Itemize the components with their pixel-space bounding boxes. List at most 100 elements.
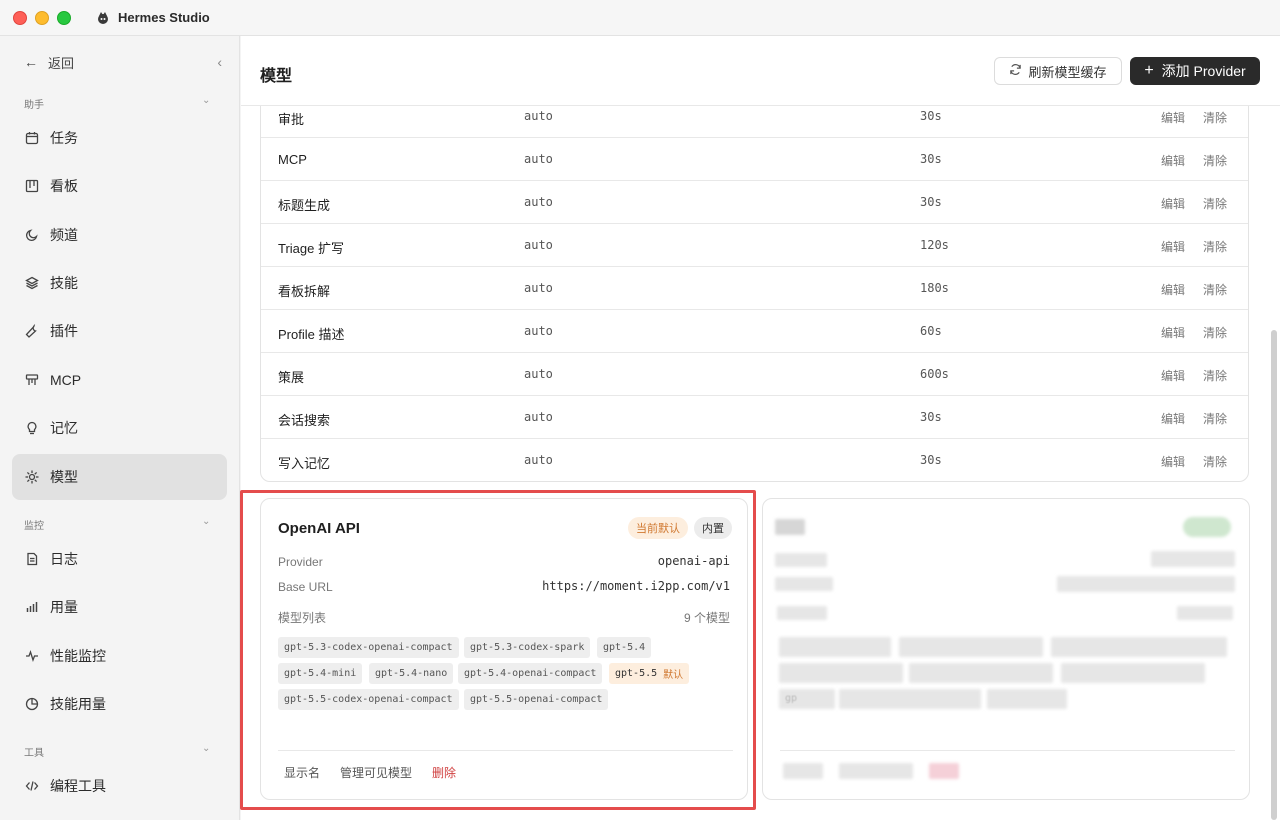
blurred-action bbox=[929, 763, 959, 779]
clear-button[interactable]: 清除 bbox=[1203, 109, 1227, 126]
current-default-badge: 当前默认 bbox=[628, 517, 688, 539]
minimize-window-button[interactable] bbox=[35, 10, 49, 25]
chevron-down-icon[interactable]: ⌄ bbox=[202, 743, 210, 754]
edit-button[interactable]: 编辑 bbox=[1161, 453, 1185, 470]
clear-button[interactable]: 清除 bbox=[1203, 453, 1227, 470]
clear-button[interactable]: 清除 bbox=[1203, 281, 1227, 298]
clear-button[interactable]: 清除 bbox=[1203, 324, 1227, 341]
close-window-button[interactable] bbox=[13, 10, 27, 25]
blurred-count bbox=[1177, 606, 1233, 620]
sidebar-item-channels[interactable]: 频道 bbox=[12, 212, 227, 258]
sidebar-item-plugins[interactable]: 插件 bbox=[12, 308, 227, 354]
clear-button[interactable]: 清除 bbox=[1203, 238, 1227, 255]
sidebar-item-memory[interactable]: 记忆 bbox=[12, 405, 227, 451]
task-name: MCP bbox=[278, 152, 307, 167]
sparkle-icon bbox=[24, 469, 40, 485]
back-button[interactable]: ← 返回 ‹ bbox=[12, 50, 228, 74]
task-model: auto bbox=[524, 195, 553, 209]
refresh-model-cache-button[interactable]: 刷新模型缓存 bbox=[994, 57, 1122, 85]
moon-icon bbox=[24, 227, 40, 243]
sidebar-item-skill-usage[interactable]: 技能用量 bbox=[12, 681, 227, 727]
arrow-left-icon: ← bbox=[24, 54, 38, 70]
edit-button[interactable]: 编辑 bbox=[1161, 152, 1185, 169]
sidebar-item-label: 技能用量 bbox=[50, 696, 106, 712]
blurred-chip bbox=[839, 689, 981, 709]
model-chip: gpt-5.3-codex-spark bbox=[464, 637, 591, 658]
kanban-icon bbox=[24, 178, 40, 194]
table-row: 策展 auto 600s 编辑 清除 bbox=[261, 353, 1248, 396]
edit-button[interactable]: 编辑 bbox=[1161, 324, 1185, 341]
title-bar: Hermes Studio bbox=[0, 0, 1280, 36]
zoom-window-button[interactable] bbox=[57, 10, 71, 25]
task-name: Profile 描述 bbox=[278, 327, 345, 342]
task-name: 会话搜索 bbox=[278, 413, 331, 428]
clear-button[interactable]: 清除 bbox=[1203, 367, 1227, 384]
scrollbar[interactable] bbox=[1268, 106, 1280, 820]
blurred-label bbox=[777, 606, 827, 620]
manage-models-button[interactable]: 管理可见模型 bbox=[340, 764, 412, 781]
edit-button[interactable]: 编辑 bbox=[1161, 238, 1185, 255]
blurred-chip bbox=[987, 689, 1067, 709]
sidebar-item-kanban[interactable]: 看板 bbox=[12, 163, 227, 209]
blurred-value bbox=[1151, 551, 1235, 567]
divider bbox=[278, 750, 733, 751]
edit-button[interactable]: 编辑 bbox=[1161, 367, 1185, 384]
table-row: Profile 描述 auto 60s 编辑 清除 bbox=[261, 310, 1248, 353]
task-name: 审批 bbox=[278, 112, 305, 127]
task-timeout: 30s bbox=[920, 109, 942, 123]
provider-label: Provider bbox=[278, 555, 323, 569]
scrollbar-thumb[interactable] bbox=[1271, 330, 1277, 820]
base-url-label: Base URL bbox=[278, 580, 333, 594]
collapse-sidebar-icon[interactable]: ‹ bbox=[217, 54, 222, 70]
main-panel: 审批 auto 30s 编辑 清除 MCP auto 30s 编辑 清除 标题生… bbox=[241, 36, 1280, 820]
page-title: 模型 bbox=[260, 68, 293, 85]
clear-button[interactable]: 清除 bbox=[1203, 195, 1227, 212]
sidebar-item-label: 看板 bbox=[50, 178, 78, 194]
sidebar-item-skills[interactable]: 技能 bbox=[12, 260, 227, 306]
chevron-down-icon[interactable]: ⌄ bbox=[202, 516, 210, 527]
sidebar-item-label: 用量 bbox=[50, 599, 78, 615]
task-timeout: 120s bbox=[920, 238, 949, 252]
table-row: 写入记忆 auto 30s 编辑 清除 bbox=[261, 439, 1248, 481]
sidebar-item-performance[interactable]: 性能监控 bbox=[12, 633, 227, 679]
blurred-label bbox=[775, 577, 833, 591]
sidebar-item-models[interactable]: 模型 bbox=[12, 454, 227, 500]
sidebar-item-label: 性能监控 bbox=[50, 648, 106, 664]
clear-button[interactable]: 清除 bbox=[1203, 152, 1227, 169]
task-timeout: 30s bbox=[920, 453, 942, 467]
task-timeout: 600s bbox=[920, 367, 949, 381]
sidebar-item-label: 日志 bbox=[50, 551, 78, 567]
task-timeout: 30s bbox=[920, 410, 942, 424]
clear-button[interactable]: 清除 bbox=[1203, 410, 1227, 427]
edit-button[interactable]: 编辑 bbox=[1161, 281, 1185, 298]
base-url-value: https://moment.i2pp.com/v1 bbox=[542, 579, 730, 593]
section-label-monitor: 监控 bbox=[24, 521, 44, 532]
document-icon bbox=[24, 551, 40, 567]
delete-provider-button[interactable]: 删除 bbox=[432, 764, 456, 781]
sidebar-item-mcp[interactable]: MCP bbox=[12, 357, 227, 403]
task-model: auto bbox=[524, 410, 553, 424]
back-label: 返回 bbox=[48, 55, 75, 71]
add-provider-button[interactable]: + 添加 Provider bbox=[1130, 57, 1260, 85]
blurred-chip bbox=[1051, 637, 1227, 657]
chevron-down-icon[interactable]: ⌄ bbox=[202, 95, 210, 106]
edit-button[interactable]: 编辑 bbox=[1161, 195, 1185, 212]
task-name: 写入记忆 bbox=[278, 456, 331, 471]
wrench-icon bbox=[24, 323, 40, 339]
blurred-action bbox=[783, 763, 823, 779]
task-name: Triage 扩写 bbox=[278, 241, 344, 256]
display-name-button[interactable]: 显示名 bbox=[284, 764, 320, 781]
sidebar-item-usage[interactable]: 用量 bbox=[12, 584, 227, 630]
sidebar-item-label: 任务 bbox=[50, 130, 78, 146]
edit-button[interactable]: 编辑 bbox=[1161, 109, 1185, 126]
lightbulb-icon bbox=[24, 420, 40, 436]
task-name: 策展 bbox=[278, 370, 305, 385]
app-logo-icon bbox=[95, 10, 111, 26]
page-header: 模型 刷新模型缓存 + 添加 Provider bbox=[241, 36, 1280, 106]
blurred-badge bbox=[1183, 517, 1231, 537]
sidebar-item-tasks[interactable]: 任务 bbox=[12, 115, 227, 161]
sidebar-item-logs[interactable]: 日志 bbox=[12, 536, 227, 582]
sidebar-item-coding-tools[interactable]: 编程工具 bbox=[12, 763, 227, 809]
edit-button[interactable]: 编辑 bbox=[1161, 410, 1185, 427]
refresh-icon bbox=[1009, 63, 1022, 79]
